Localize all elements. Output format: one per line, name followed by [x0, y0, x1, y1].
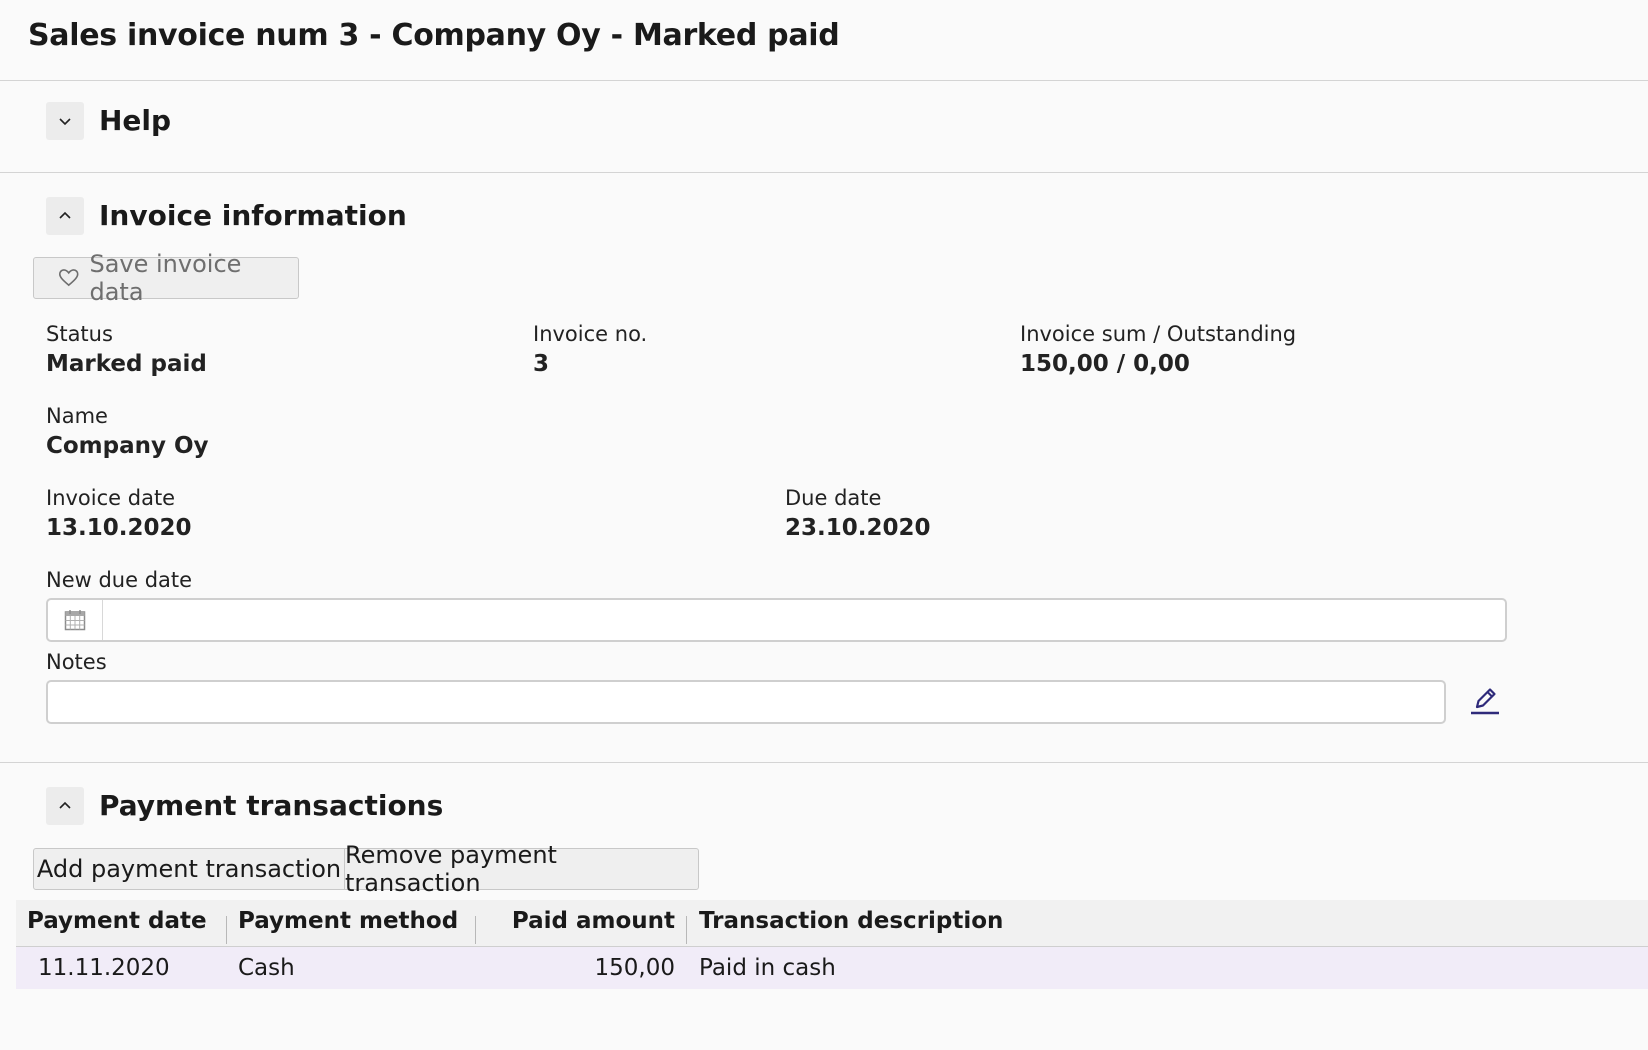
save-invoice-label: Save invoice data — [89, 250, 242, 306]
column-header-paid-amount[interactable]: Paid amount — [512, 908, 675, 934]
due-date-value: 23.10.2020 — [785, 515, 931, 541]
status-label: Status — [46, 322, 113, 346]
cell-payment-method: Cash — [238, 955, 295, 981]
chevron-up-icon — [59, 801, 71, 809]
invoice-sum-value: 150,00 / 0,00 — [1020, 351, 1190, 377]
section-divider — [0, 172, 1648, 173]
calendar-button[interactable] — [48, 600, 103, 640]
new-due-date-label: New due date — [46, 568, 193, 592]
new-due-date-field[interactable] — [46, 598, 1507, 642]
invoice-info-section-title[interactable]: Invoice information — [99, 199, 407, 232]
due-date-label: Due date — [785, 486, 882, 510]
invoice-no-value: 3 — [533, 351, 550, 377]
title-bar: Sales invoice num 3 - Company Oy - Marke… — [0, 0, 1648, 81]
remove-payment-button[interactable]: Remove payment transaction — [344, 841, 699, 897]
column-resize-handle[interactable] — [686, 916, 687, 944]
add-payment-button[interactable]: Add payment transaction — [33, 848, 345, 890]
invoice-sum-label: Invoice sum / Outstanding — [1020, 322, 1297, 346]
column-resize-handle[interactable] — [226, 916, 227, 944]
help-section-title[interactable]: Help — [99, 104, 171, 137]
help-toggle-button[interactable] — [46, 102, 84, 140]
cell-paid-amount: 150,00 — [594, 955, 675, 981]
notes-field[interactable] — [46, 680, 1446, 724]
invoice-date-label: Invoice date — [46, 486, 176, 510]
payments-table-header: Payment date Payment method Paid amount … — [16, 900, 1648, 948]
table-row[interactable]: 11.11.2020 Cash 150,00 Paid in cash — [16, 947, 1648, 989]
remove-payment-label: Remove payment transaction — [345, 841, 557, 897]
cell-payment-date: 11.11.2020 — [38, 955, 170, 981]
section-divider — [0, 762, 1648, 763]
name-label: Name — [46, 404, 108, 428]
chevron-up-icon — [59, 211, 71, 219]
cell-transaction-description: Paid in cash — [699, 955, 836, 981]
pencil-icon[interactable] — [1468, 683, 1502, 717]
page-title: Sales invoice num 3 - Company Oy - Marke… — [28, 18, 840, 53]
invoice-info-toggle-button[interactable] — [46, 197, 84, 235]
save-invoice-button[interactable]: Save invoice data — [33, 250, 299, 306]
name-value: Company Oy — [46, 433, 209, 459]
invoice-no-label: Invoice no. — [533, 322, 648, 346]
column-header-payment-date[interactable]: Payment date — [27, 908, 207, 934]
invoice-date-value: 13.10.2020 — [46, 515, 192, 541]
column-header-transaction-description[interactable]: Transaction description — [699, 908, 1003, 934]
heart-icon — [58, 269, 79, 287]
notes-label: Notes — [46, 650, 107, 674]
status-value: Marked paid — [46, 351, 207, 377]
payments-section-title[interactable]: Payment transactions — [99, 789, 443, 822]
add-payment-label: Add payment transaction — [36, 855, 342, 883]
column-resize-handle[interactable] — [475, 916, 476, 944]
column-header-payment-method[interactable]: Payment method — [238, 908, 458, 934]
calendar-icon — [64, 610, 86, 631]
payments-toggle-button[interactable] — [46, 787, 84, 825]
chevron-down-icon — [59, 118, 71, 126]
